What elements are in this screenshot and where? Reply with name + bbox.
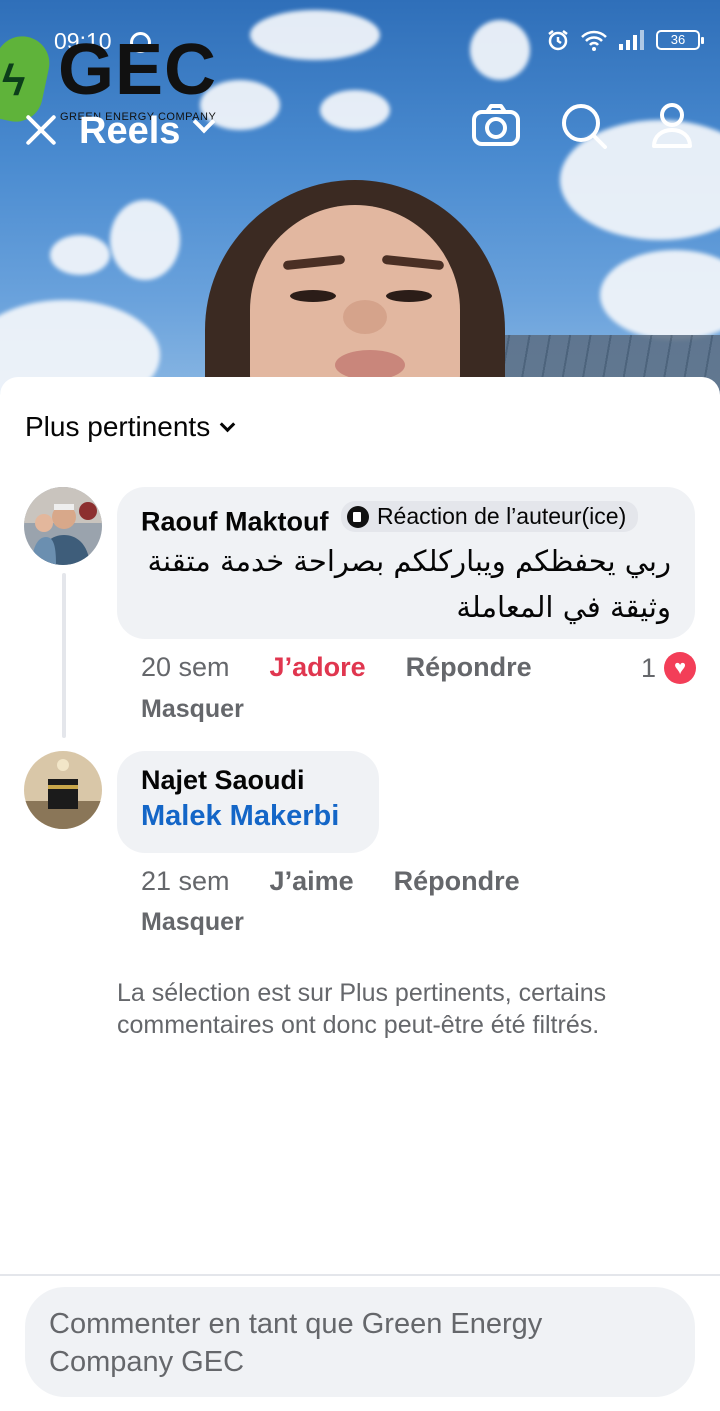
profile-icon[interactable] (646, 100, 698, 152)
thread-line (62, 573, 66, 738)
comments-sheet: Plus pertinents Raouf Maktouf Réaction d… (0, 377, 720, 1411)
reaction-count: 1 (640, 652, 656, 683)
hide-button[interactable]: Masquer (141, 908, 244, 937)
like-button[interactable]: J’aime (270, 866, 354, 897)
comment-actions: 21 sem J’aime Répondre (141, 866, 520, 897)
react-button[interactable]: J’adore (270, 652, 366, 683)
comment-bubble[interactable]: Najet Saoudi Malek Makerbi (117, 751, 379, 853)
reply-button[interactable]: Répondre (406, 652, 532, 683)
logo-text: GEC (58, 30, 218, 110)
sort-dropdown[interactable]: Plus pertinents (25, 411, 236, 443)
comment-author[interactable]: Raouf Maktouf (141, 507, 328, 537)
status-icons: 36 (546, 28, 704, 52)
comment-bubble[interactable]: Raouf Maktouf Réaction de l’auteur(ice) … (117, 487, 695, 639)
avatar[interactable] (24, 487, 102, 565)
comment-input[interactable]: Commenter en tant que Green Energy Compa… (25, 1287, 695, 1397)
divider (0, 1274, 720, 1276)
mention-link[interactable]: Malek Makerbi (141, 800, 355, 833)
wifi-icon (581, 30, 607, 51)
signal-icon (619, 30, 644, 50)
close-icon[interactable] (22, 110, 60, 148)
heart-icon: ♥ (664, 652, 696, 684)
camera-icon[interactable] (470, 100, 522, 152)
comment-text-line-1: ربي يحفظكم ويباركلكم بصراحة خدمة متقنة (147, 543, 671, 578)
like-icon (346, 505, 369, 528)
author-badge-label: Réaction de l’auteur(ice) (376, 503, 627, 529)
comment-time: 20 sem (141, 652, 230, 682)
comment-actions: 20 sem J’adore Répondre (141, 652, 532, 683)
reels-title[interactable]: Reels (79, 110, 180, 153)
search-icon[interactable] (558, 100, 610, 152)
alarm-icon (548, 30, 568, 51)
comment-text-line-2: وثيقة في المعاملة (456, 589, 671, 624)
reply-button[interactable]: Répondre (394, 866, 520, 897)
comment-time: 21 sem (141, 866, 230, 896)
author-reaction-badge: Réaction de l’auteur(ice) (340, 501, 639, 532)
battery-indicator: 36 (656, 30, 704, 50)
filter-note: La sélection est sur Plus pertinents, ce… (117, 979, 607, 1039)
logo-bolt-icon: ϟ (2, 56, 26, 105)
reaction-summary[interactable]: 1 ♥ (641, 652, 696, 684)
comment-author[interactable]: Najet Saoudi (141, 765, 355, 796)
hide-button[interactable]: Masquer (141, 695, 244, 724)
avatar[interactable] (24, 751, 102, 829)
sort-label: Plus pertinents (25, 411, 211, 442)
chevron-down-icon (219, 416, 236, 432)
reels-comments-screen: 09:10 36 ϟ GEC GREEN ENERGY COMPANY Reel… (0, 0, 720, 1411)
